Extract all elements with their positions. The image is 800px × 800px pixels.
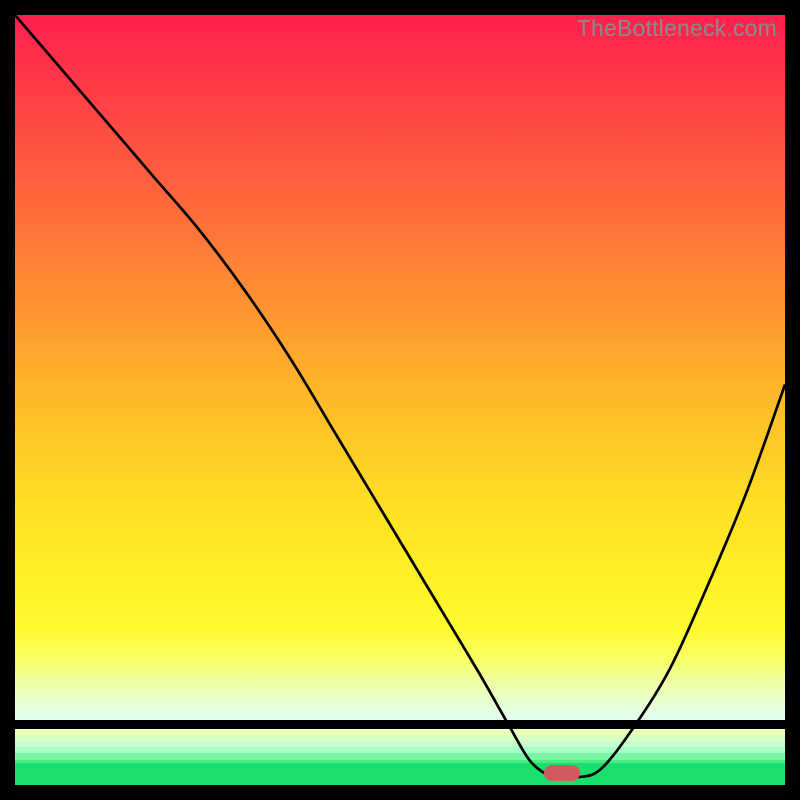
minimum-marker [544,765,580,781]
plot-area: TheBottleneck.com [15,15,785,785]
chart-stage: TheBottleneck.com [0,0,800,800]
bottleneck-curve [15,15,785,785]
curve-path [15,15,785,779]
watermark-text: TheBottleneck.com [577,15,777,42]
